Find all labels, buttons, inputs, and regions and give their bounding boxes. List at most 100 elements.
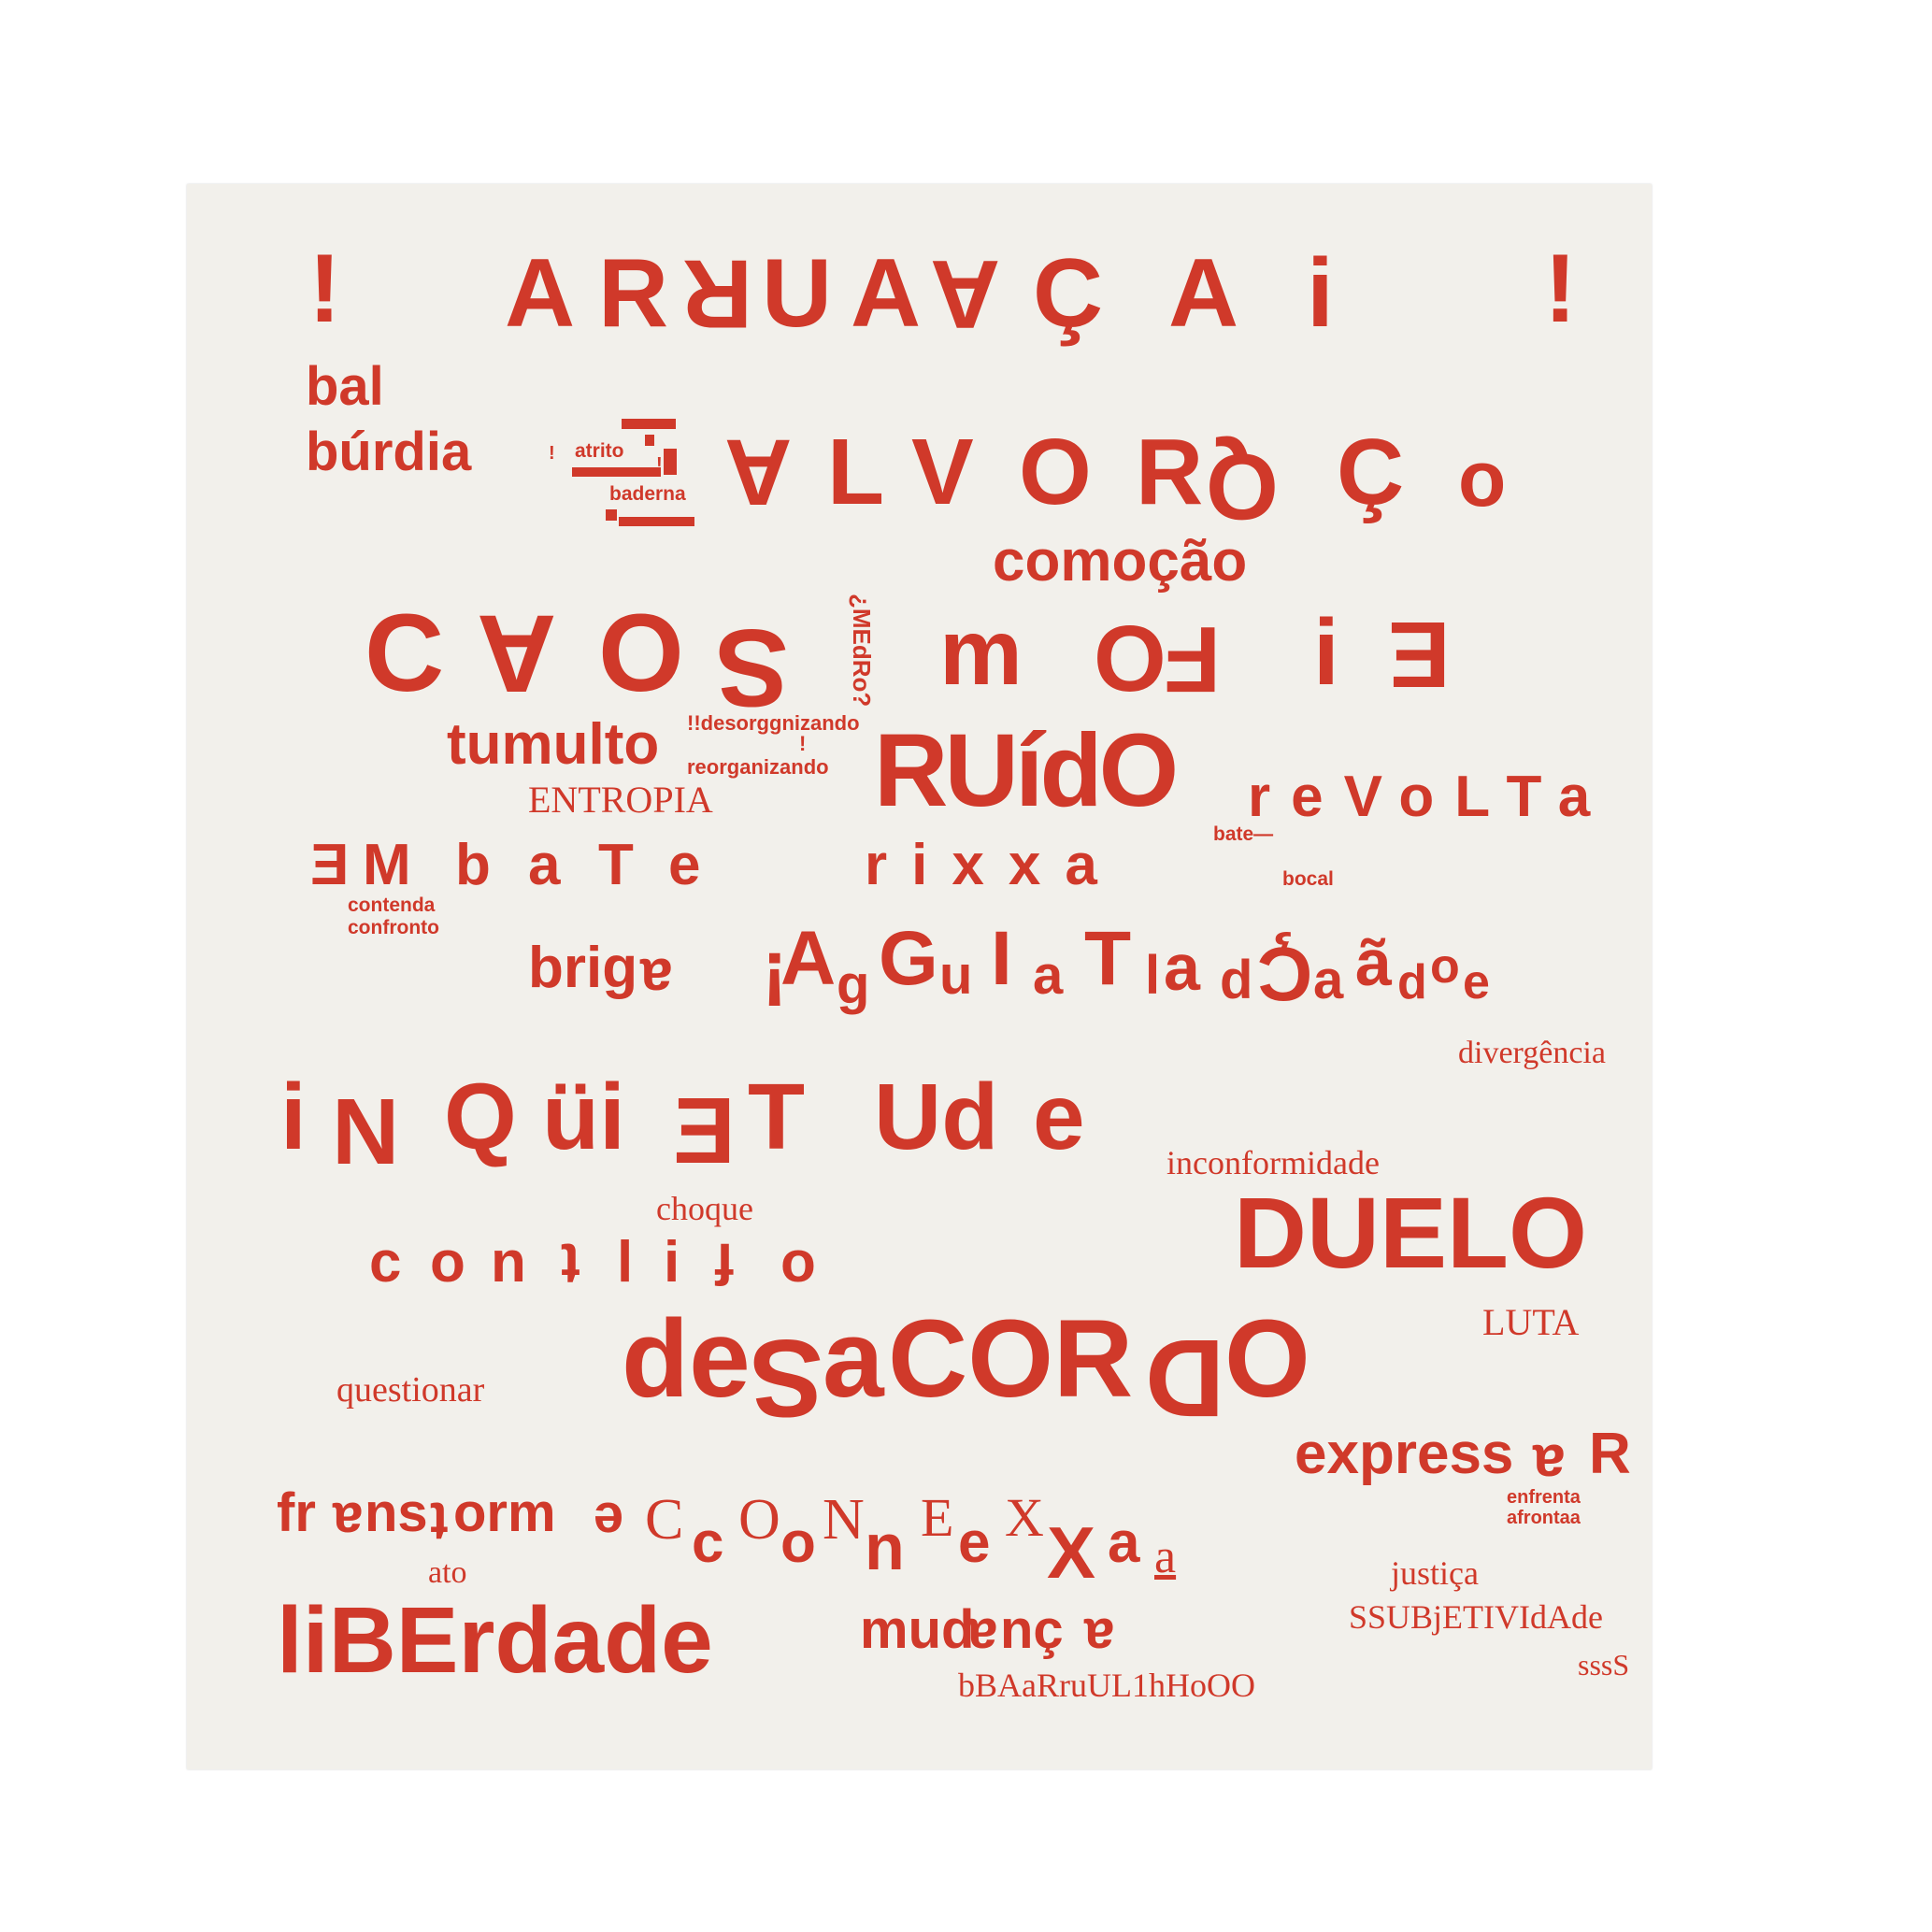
art-word: bal — [306, 356, 384, 417]
art-word: i — [1307, 239, 1334, 348]
art-word: M — [363, 833, 411, 897]
art-word: A — [477, 592, 557, 715]
art-word: U — [762, 239, 833, 348]
art-word: ! — [799, 732, 807, 755]
art-word: o — [1458, 435, 1507, 522]
art-word: express — [1295, 1422, 1514, 1486]
art-word: DUELO — [1234, 1176, 1587, 1289]
art-word: a — [640, 946, 673, 1010]
art-word: d — [1397, 955, 1427, 1009]
art-word: E — [921, 1487, 954, 1548]
art-word: brig — [528, 936, 638, 1000]
art-word: f — [715, 1231, 735, 1295]
art-word: a — [1154, 1530, 1177, 1583]
art-word: a — [1164, 931, 1200, 1004]
art-word: LUTA — [1482, 1301, 1580, 1343]
art-word: N — [823, 1488, 865, 1552]
art-word: F — [1164, 607, 1222, 711]
art-word: b — [455, 833, 491, 897]
art-word: O — [1094, 607, 1166, 711]
art-word: liBErdade — [277, 1588, 713, 1693]
art-word: justiça — [1391, 1554, 1479, 1592]
art-word: tumulto — [447, 712, 660, 777]
art-word: baderna — [609, 483, 686, 505]
art-word: enfrenta — [1507, 1487, 1581, 1508]
art-word: a — [528, 833, 561, 897]
art-word: C — [645, 1488, 684, 1552]
art-word: ¡ — [308, 249, 341, 357]
art-word: e — [668, 833, 701, 897]
art-word: confronto — [348, 917, 439, 938]
art-word: I — [991, 916, 1012, 1001]
art-word: l — [1145, 945, 1161, 1006]
decor-bar — [572, 467, 661, 477]
art-word: ¿MEdRo? — [848, 594, 876, 708]
art-word: c — [369, 1230, 402, 1295]
art-word: nç — [1000, 1599, 1064, 1660]
art-word: A — [851, 239, 922, 348]
art-word: A — [1168, 239, 1239, 348]
art-word: !!desorggnizando — [687, 711, 860, 735]
art-word: R — [1136, 420, 1204, 524]
art-word: atrito — [575, 440, 624, 462]
art-word: t — [561, 1231, 580, 1295]
art-word: E — [673, 1079, 736, 1183]
art-word: i — [1313, 600, 1339, 705]
art-word: O — [598, 592, 684, 715]
art-word: de — [622, 1297, 751, 1421]
art-word: sssS — [1578, 1648, 1630, 1682]
art-word: e — [1033, 1065, 1085, 1169]
art-word: afrontaa — [1507, 1508, 1581, 1528]
art-word: C — [365, 592, 445, 715]
art-word: Ud — [874, 1065, 999, 1169]
art-word: COR — [888, 1297, 1134, 1421]
art-word: ã — [1355, 926, 1392, 999]
art-word: e — [594, 1491, 624, 1552]
art-word: Q — [444, 1065, 517, 1169]
art-word: üi — [542, 1065, 625, 1169]
art-word: R — [1589, 1422, 1631, 1486]
art-word: bBAaRruUL1hHoOO — [958, 1667, 1255, 1704]
art-word: RUídO — [874, 713, 1179, 828]
art-word: a — [333, 1491, 364, 1552]
art-word: a — [823, 1297, 884, 1421]
art-word: O — [1019, 420, 1092, 524]
art-word: T — [1084, 916, 1132, 1001]
art-word: orm — [453, 1482, 556, 1543]
art-word: A — [505, 239, 576, 348]
art-word: a — [1533, 1432, 1566, 1496]
art-word: a — [967, 1607, 998, 1667]
art-word: SSUBjETIVIdAde — [1349, 1598, 1603, 1636]
art-word: i — [280, 1065, 307, 1169]
art-word: a — [1084, 1607, 1115, 1667]
art-word: L — [827, 420, 885, 524]
art-word: n — [491, 1230, 526, 1295]
art-word: mud — [860, 1599, 975, 1660]
art-word: n — [865, 1510, 905, 1583]
art-word: t — [430, 1491, 449, 1552]
art-word: o — [430, 1230, 465, 1295]
decor-bar — [664, 449, 677, 475]
art-word: Q — [1206, 434, 1279, 538]
art-word: V — [911, 420, 974, 524]
art-word: ¡ — [1544, 249, 1577, 357]
art-word: d — [1220, 950, 1253, 1010]
decor-bar — [619, 517, 694, 526]
art-word: búrdia — [306, 422, 472, 482]
art-word: bocal — [1282, 868, 1334, 890]
art-word: N — [332, 1079, 400, 1183]
art-word: e — [1463, 955, 1490, 1009]
decor-bar — [645, 435, 654, 446]
art-word: contenda — [348, 894, 436, 916]
art-word: o — [1430, 939, 1460, 994]
art-word: E — [310, 833, 350, 897]
art-word: reVoLTa — [1248, 765, 1611, 829]
art-word: c — [692, 1510, 724, 1575]
decor-bar — [606, 509, 617, 521]
art-word: X — [1047, 1511, 1096, 1594]
art-word: o — [780, 1510, 816, 1575]
art-word: T — [598, 833, 634, 897]
art-word: bate— — [1213, 823, 1274, 845]
art-word: ns — [365, 1482, 428, 1543]
art-word: ! — [549, 443, 555, 464]
